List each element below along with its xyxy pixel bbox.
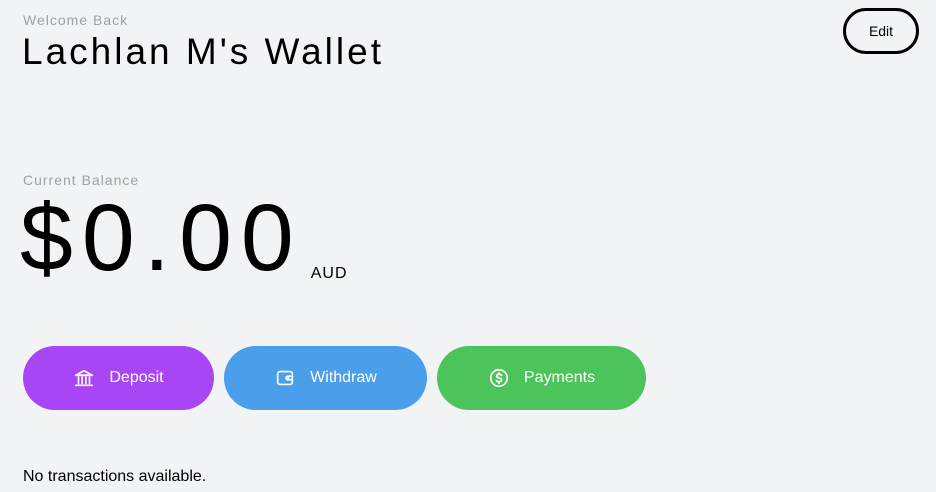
balance-amount: $0.00 xyxy=(20,185,303,291)
dollar-circle-icon xyxy=(488,367,510,389)
balance-display: $0.00 AUD xyxy=(20,188,348,288)
payments-label: Payments xyxy=(523,369,596,386)
withdraw-label: Withdraw xyxy=(310,369,377,386)
edit-button[interactable]: Edit xyxy=(843,8,919,54)
withdraw-button[interactable]: Withdraw xyxy=(224,346,427,410)
bank-icon xyxy=(73,367,95,389)
welcome-label: Welcome Back xyxy=(23,12,129,28)
payments-button[interactable]: Payments xyxy=(437,346,646,410)
deposit-label: Deposit xyxy=(109,369,164,386)
transactions-empty-message: No transactions available. xyxy=(23,468,207,485)
deposit-button[interactable]: Deposit xyxy=(23,346,214,410)
wallet-icon xyxy=(274,367,296,389)
page-title: Lachlan M's Wallet xyxy=(22,31,384,72)
balance-currency: AUD xyxy=(310,265,348,282)
